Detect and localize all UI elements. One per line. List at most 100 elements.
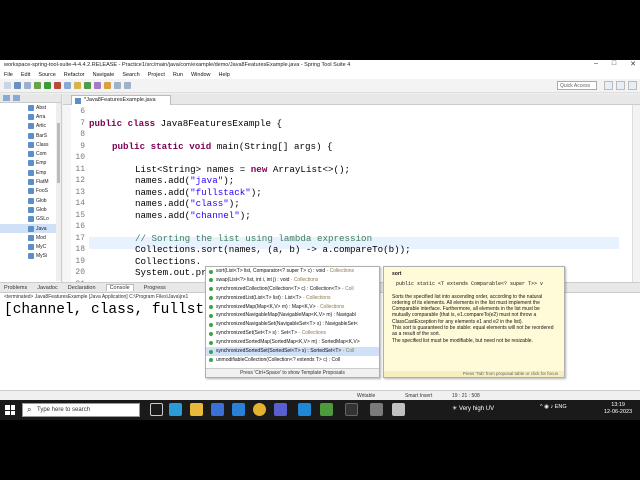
menu-project[interactable]: Project xyxy=(148,72,165,78)
search-icon[interactable] xyxy=(104,82,111,89)
system-tray[interactable]: ^ ◉ ♪ ENG xyxy=(540,404,567,410)
package-explorer-item[interactable]: Mod xyxy=(0,233,61,242)
minimize-icon[interactable]: – xyxy=(594,60,598,68)
debug-icon[interactable] xyxy=(34,82,41,89)
code-line[interactable]: names.add("channel"); xyxy=(135,210,251,222)
maximize-icon[interactable]: □ xyxy=(612,60,616,68)
save-icon[interactable] xyxy=(14,82,21,89)
run-icon[interactable] xyxy=(44,82,51,89)
taskbar-clock[interactable]: 13:19 12-06-2023 xyxy=(604,402,632,416)
editor-scrollbar[interactable] xyxy=(632,105,640,282)
package-explorer-item[interactable]: Emp xyxy=(0,168,61,177)
taskbar-search-input[interactable]: Type here to search xyxy=(22,403,140,417)
new-class-icon[interactable] xyxy=(84,82,91,89)
new-package-icon[interactable] xyxy=(74,82,81,89)
tab-declaration[interactable]: Declaration xyxy=(68,285,96,291)
content-assist-item[interactable]: synchronizedCollection(Collection<T> c) … xyxy=(206,285,379,294)
code-line-cursor[interactable]: Collections. xyxy=(135,256,201,268)
package-explorer-item[interactable]: Class xyxy=(0,140,61,149)
java-file-icon xyxy=(28,151,34,158)
code-line[interactable]: names.add("class"); xyxy=(135,198,240,210)
editor-tab[interactable]: *Java8FeaturesExample.java xyxy=(71,95,171,105)
new-java-project-icon[interactable] xyxy=(64,82,71,89)
external-tools-icon[interactable] xyxy=(54,82,61,89)
open-perspective-icon[interactable] xyxy=(604,81,613,90)
close-icon[interactable]: ✕ xyxy=(630,60,636,68)
weather-widget[interactable]: ☀ Very high UV xyxy=(452,405,494,412)
open-type-icon[interactable] xyxy=(94,82,101,89)
language-indicator[interactable]: ENG xyxy=(555,404,567,410)
menu-navigate[interactable]: Navigate xyxy=(93,72,115,78)
new-icon[interactable] xyxy=(4,82,11,89)
vscode-icon[interactable] xyxy=(298,403,311,416)
app-icon[interactable] xyxy=(370,403,383,416)
content-assist-item[interactable]: synchronizedNavigableMap(NavigableMap<K,… xyxy=(206,311,379,320)
package-explorer-item[interactable]: BarS xyxy=(0,131,61,140)
windows-start-icon[interactable] xyxy=(5,405,15,415)
content-assist-item[interactable]: unmodifiableCollection(Collection<? exte… xyxy=(206,356,379,365)
code-line[interactable]: public class Java8FeaturesExample { xyxy=(89,118,282,130)
tab-progress[interactable]: Progress xyxy=(144,285,166,291)
app-icon[interactable] xyxy=(392,403,405,416)
package-explorer-item[interactable]: MySi xyxy=(0,252,61,261)
package-explorer-item[interactable]: FlatM xyxy=(0,177,61,186)
menu-run[interactable]: Run xyxy=(173,72,183,78)
tab-javadoc[interactable]: Javadoc xyxy=(37,285,58,291)
package-explorer-item[interactable]: Artic xyxy=(0,122,61,131)
code-comment[interactable]: // Sorting the list using lambda express… xyxy=(135,233,372,245)
package-explorer-item[interactable]: Com xyxy=(0,149,61,158)
code-line[interactable]: public static void main(String[] args) { xyxy=(112,141,333,153)
chrome-icon[interactable] xyxy=(253,403,266,416)
content-assist-item[interactable]: sort(List<T> list, Comparator<? super T>… xyxy=(206,267,379,276)
ms-store-icon[interactable] xyxy=(211,403,224,416)
menu-source[interactable]: Source xyxy=(38,72,55,78)
debug-perspective-icon[interactable] xyxy=(628,81,637,90)
content-assist-item[interactable]: synchronizedNavigableSet(NavigableSet<T>… xyxy=(206,320,379,329)
menu-refactor[interactable]: Refactor xyxy=(64,72,85,78)
package-explorer-item[interactable]: Arra xyxy=(0,112,61,121)
tab-problems[interactable]: Problems xyxy=(4,285,27,291)
back-icon[interactable] xyxy=(114,82,121,89)
content-assist-item[interactable]: synchronizedSortedMap(SortedMap<K,V> m) … xyxy=(206,338,379,347)
content-assist-item[interactable]: synchronizedMap(Map<K,V> m) : Map<K,V> -… xyxy=(206,303,379,312)
java-perspective-icon[interactable] xyxy=(616,81,625,90)
code-line[interactable]: names.add("fullstack"); xyxy=(135,187,262,199)
collapse-all-icon[interactable] xyxy=(13,95,20,101)
task-view-icon[interactable] xyxy=(150,403,163,416)
menu-help[interactable]: Help xyxy=(219,72,230,78)
tab-console[interactable]: Console xyxy=(105,284,134,291)
edge-icon[interactable] xyxy=(169,403,182,416)
mail-icon[interactable] xyxy=(232,403,245,416)
content-assist-item[interactable]: synchronizedList(List<T> list) : List<T>… xyxy=(206,294,379,303)
code-line[interactable]: System.out.pr xyxy=(135,267,207,279)
code-line[interactable]: Collections.sort(names, (a, b) -> a.comp… xyxy=(135,244,411,256)
menu-edit[interactable]: Edit xyxy=(21,72,30,78)
code-line[interactable]: List<String> names = new ArrayList<>(); xyxy=(135,164,350,176)
package-explorer-item[interactable]: GSLo xyxy=(0,215,61,224)
code-line[interactable]: names.add("java"); xyxy=(135,175,234,187)
package-explorer-item[interactable]: Abst xyxy=(0,103,61,112)
package-explorer-scrollbar[interactable] xyxy=(56,103,61,281)
package-explorer-item[interactable]: Glob xyxy=(0,205,61,214)
menu-file[interactable]: File xyxy=(4,72,13,78)
teams-icon[interactable] xyxy=(274,403,287,416)
package-explorer-icon[interactable] xyxy=(3,95,10,101)
menu-window[interactable]: Window xyxy=(191,72,211,78)
save-all-icon[interactable] xyxy=(24,82,31,89)
file-explorer-icon[interactable] xyxy=(190,403,203,416)
package-explorer-item[interactable]: MyC xyxy=(0,242,61,251)
quick-access-input[interactable]: Quick Access xyxy=(557,81,597,90)
content-assist-item[interactable]: synchronizedSet(Set<T> s) : Set<T> - Col… xyxy=(206,329,379,338)
content-assist-item[interactable]: swap(List<?> list, int i, int j) : void … xyxy=(206,276,379,285)
javadoc-stability-note: This sort is guaranteed to be stable: eq… xyxy=(392,325,554,338)
terminal-icon[interactable] xyxy=(345,403,358,416)
content-assist-item[interactable]: synchronizedSortedSet(SortedSet<T> s) : … xyxy=(206,347,379,356)
spring-tool-suite-icon[interactable] xyxy=(320,403,333,416)
forward-icon[interactable] xyxy=(124,82,131,89)
menu-search[interactable]: Search xyxy=(122,72,139,78)
package-explorer-item[interactable]: Emp xyxy=(0,159,61,168)
package-explorer-item[interactable]: FooS xyxy=(0,187,61,196)
package-explorer-item[interactable]: Java xyxy=(0,223,61,234)
javadoc-popup[interactable]: sort public static <T extends Comparable… xyxy=(383,266,565,378)
package-explorer-item[interactable]: Glob xyxy=(0,196,61,205)
